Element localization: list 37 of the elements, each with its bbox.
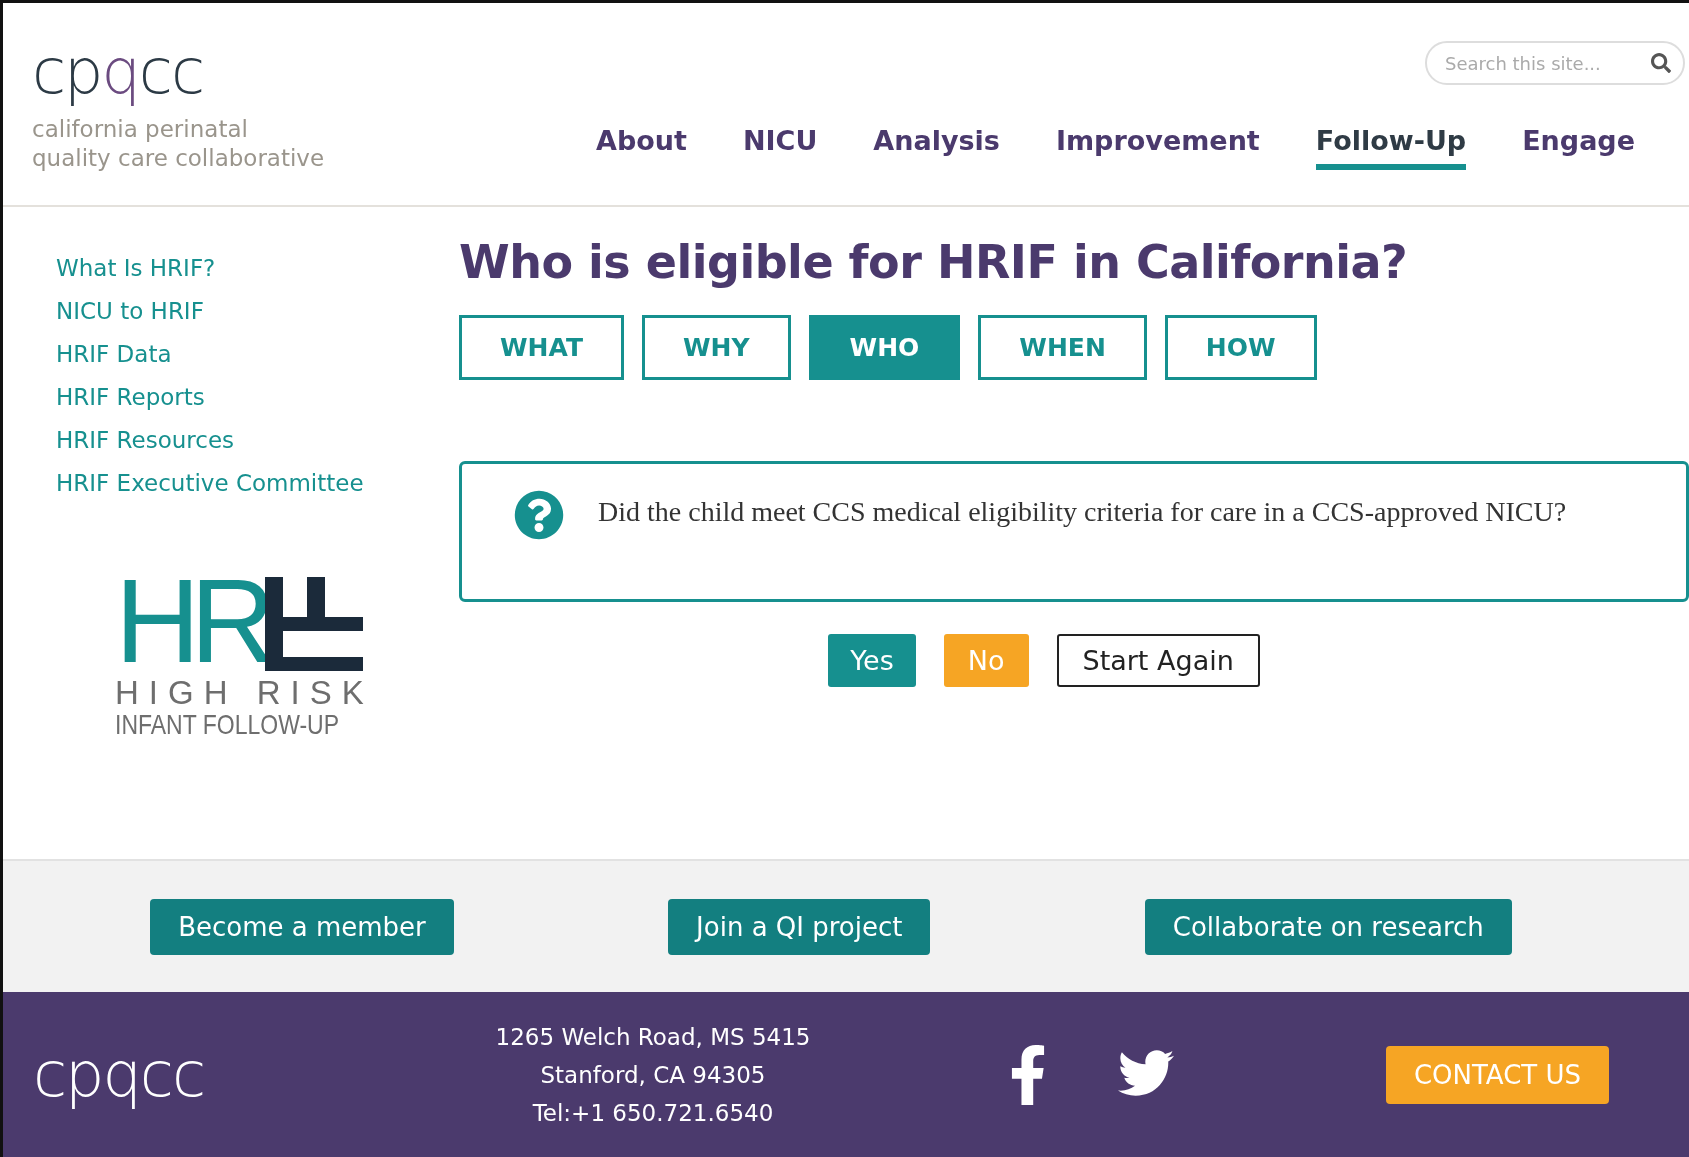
logo-tagline: california perinatal [32,115,248,144]
tab[interactable]: WHY [641,315,791,380]
tab[interactable]: WHAT [459,315,624,380]
cta-button[interactable]: Collaborate on research [1144,898,1512,955]
tab[interactable]: HOW [1164,315,1317,380]
nav-link[interactable]: Improvement [1055,125,1260,170]
tab[interactable]: WHO [808,315,961,380]
sidebar-link[interactable]: HRIF Reports [56,376,205,419]
sidebar-link[interactable]: What Is HRIF? [56,247,216,290]
answer-button[interactable]: No [943,634,1029,687]
logo-subtitle: HIGH RISK [115,675,374,712]
answer-button[interactable]: Start Again [1056,634,1260,687]
sidebar-link[interactable]: NICU to HRIF [56,290,204,333]
sidebar-link[interactable]: HRIF Resources [56,419,235,462]
question-text: Did the child meet CCS medical eligibility criteria for care in a CCS-approved NICU? [598,496,1567,528]
cta-button[interactable]: Join a QI project [668,898,931,955]
address-line: 1265 Welch Road, MS 5415 [495,1022,811,1052]
answer-button[interactable]: Yes [828,634,916,687]
nav-link[interactable]: Engage [1522,125,1635,170]
page-title: Who is eligible for HRIF in California? [459,235,1408,289]
contact-button[interactable]: CONTACT US [1385,1045,1609,1104]
nav-link[interactable]: NICU [742,125,818,170]
nav-link[interactable]: About [596,125,687,170]
address-line: Stanford, CA 94305 [540,1060,766,1090]
address-line: Tel:+1 650.721.6540 [532,1098,774,1128]
nav-link[interactable]: Follow-Up [1315,125,1467,170]
search-icon[interactable] [1651,53,1671,73]
logo-tagline: quality care collaborative [32,144,325,173]
search-field[interactable]: Search this site... [1425,41,1685,85]
nav-link[interactable]: Analysis [873,125,1000,170]
sidebar-link[interactable]: HRIF Executive Committee [56,462,364,505]
cta-button[interactable]: Become a member [150,898,454,955]
question-icon [514,490,564,540]
hrif-logo-mark: HR [115,571,266,671]
sidebar-link[interactable]: HRIF Data [56,333,172,376]
logo-subtitle: INFANT FOLLOW-UP [115,711,340,739]
tab[interactable]: WHEN [978,315,1147,380]
